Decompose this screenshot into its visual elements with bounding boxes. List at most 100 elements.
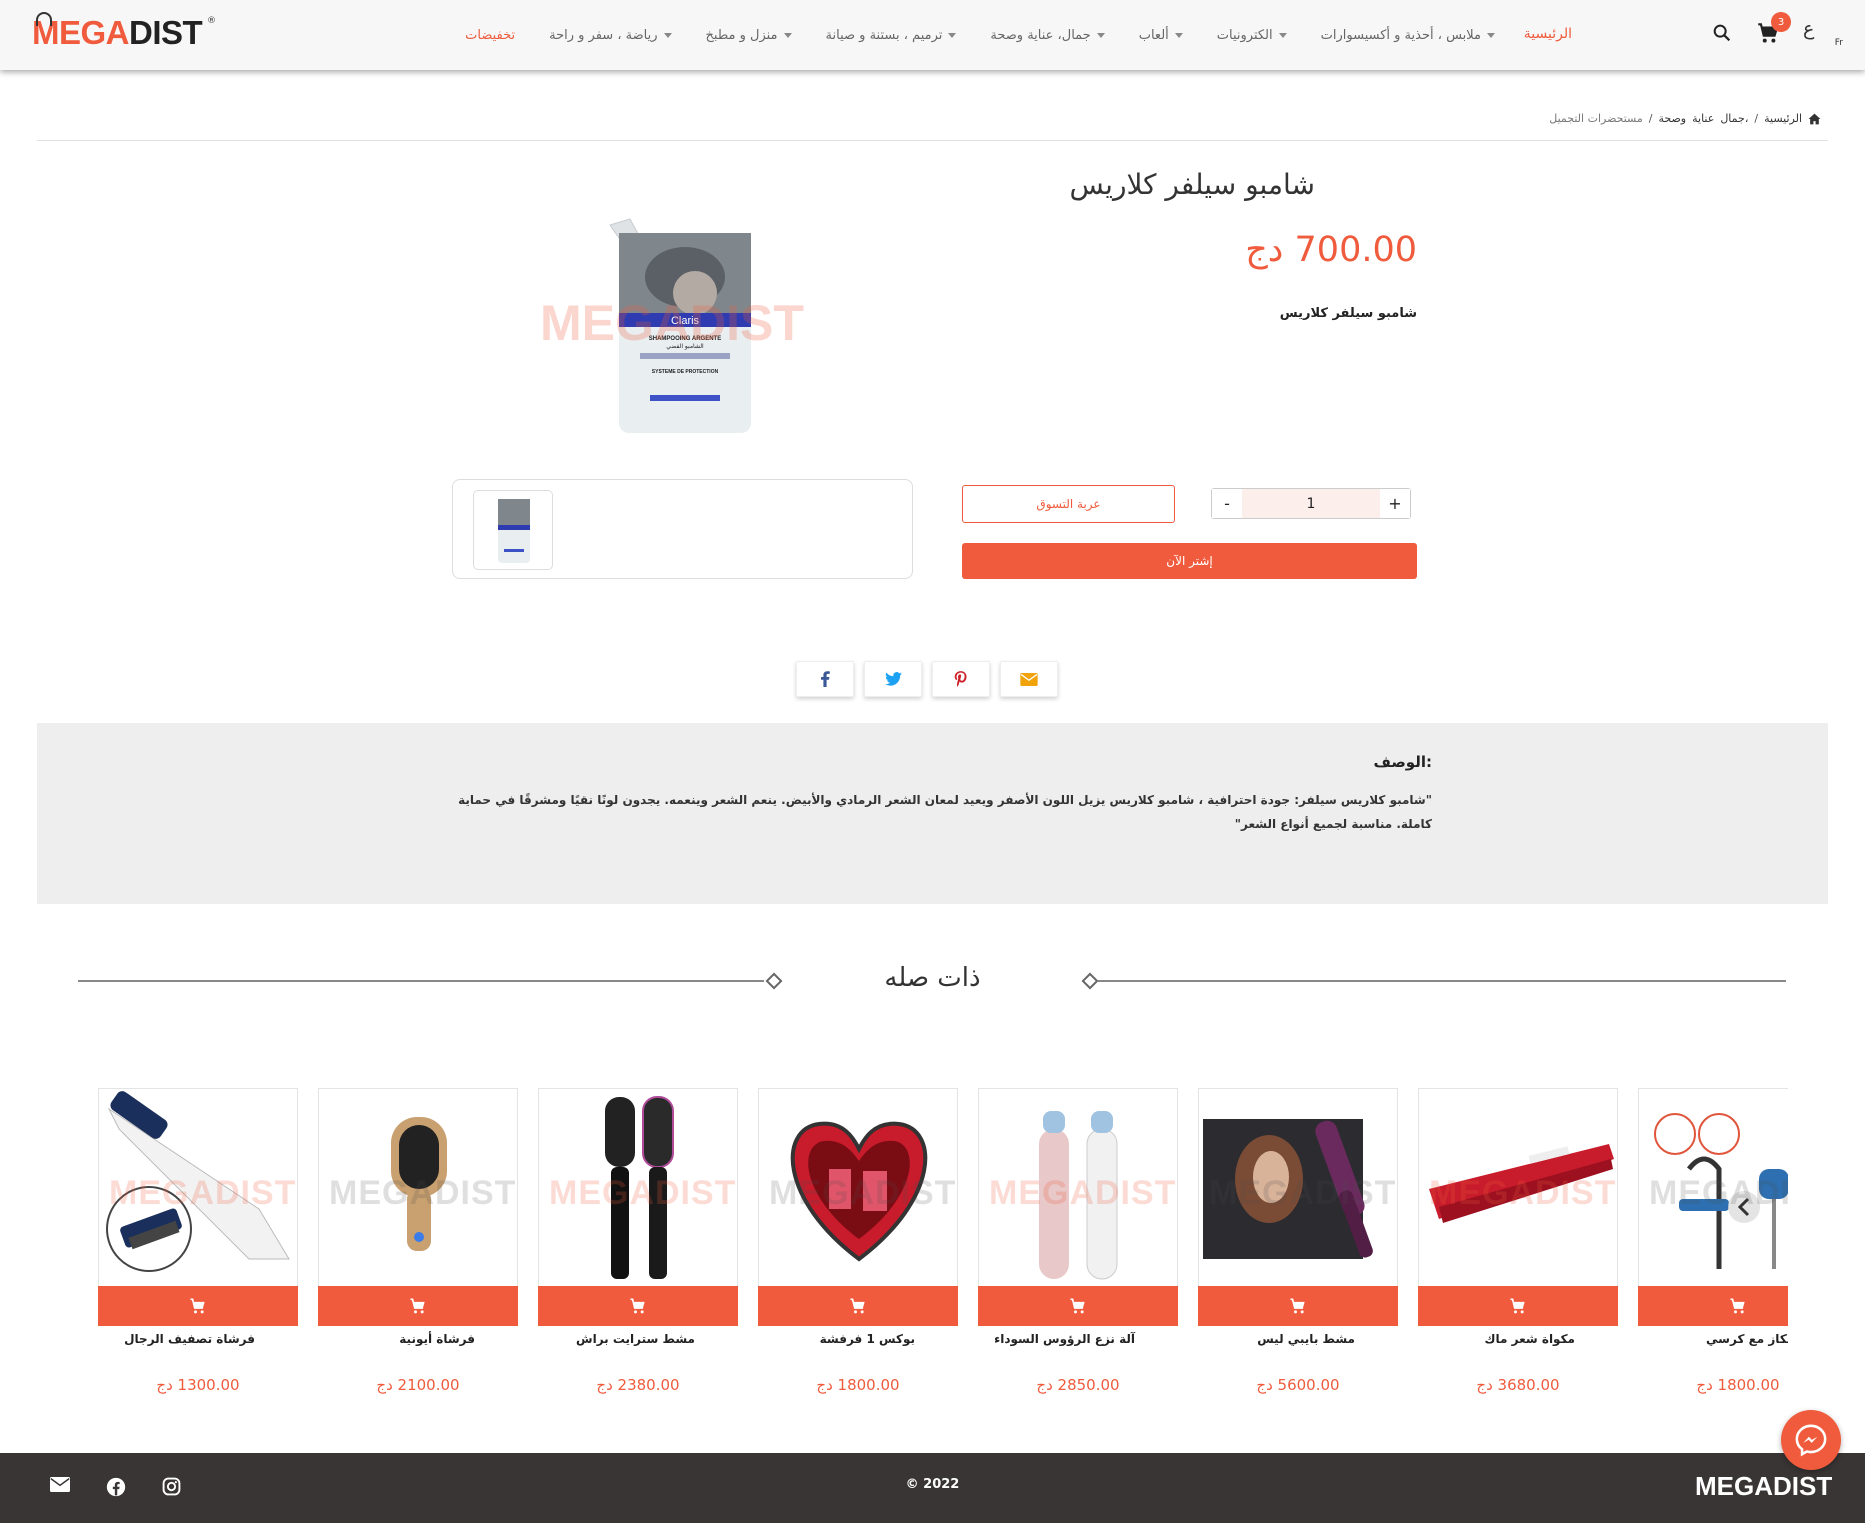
product-card-name[interactable]: مشط بايبي ليس [1198, 1332, 1398, 1352]
add-to-cart-button[interactable] [978, 1286, 1178, 1326]
breadcrumb-current: مستحضرات التجميل [1549, 112, 1643, 125]
shopping-cart-icon [190, 1298, 205, 1314]
breadcrumb-category-3[interactable]: وصحة [1658, 112, 1686, 125]
nav-sale[interactable]: تخفيضات [465, 28, 515, 43]
divider [37, 140, 1828, 141]
product-card-name[interactable]: بوكس 1 فرفشة [758, 1332, 958, 1352]
nav-home-kitchen[interactable]: منزل و مطبخ [706, 28, 792, 43]
add-to-cart-button[interactable] [1418, 1286, 1618, 1326]
product-card[interactable]: MEGADIST فرشاة تصفيف الرجال 1300.00 دج [98, 1088, 298, 1394]
product-card[interactable]: MEGADIST مشط سترايت براش 2380.00 دج [538, 1088, 738, 1394]
add-to-cart-button[interactable] [538, 1286, 738, 1326]
watermark-text: MEGADIST [329, 1174, 517, 1212]
product-card-name[interactable]: آلة نزع الرؤوس السوداء [978, 1332, 1178, 1352]
product-card-price: 2850.00 دج [1036, 1376, 1120, 1394]
nav-sport[interactable]: رياضة ، سفر و راحة [549, 27, 672, 43]
chevron-down-icon [1487, 32, 1495, 38]
product-card-price: 1300.00 دج [156, 1376, 240, 1394]
description-title: الوصف: [1373, 753, 1432, 771]
breadcrumb-category-1[interactable]: جمال، [1720, 112, 1748, 125]
nav-electronics-label: الكترونيات [1216, 27, 1273, 43]
description-section: الوصف: "شامبو كلاريس سيلفر: جودة احترافي… [37, 723, 1828, 904]
product-card-image[interactable]: MEGADIST [1418, 1088, 1618, 1286]
product-card-image[interactable]: MEGADIST [758, 1088, 958, 1286]
quantity-input[interactable]: 1 [1242, 489, 1380, 518]
product-card-image[interactable]: MEGADIST [1638, 1088, 1788, 1286]
product-card-name[interactable]: مشط سترايت براش [538, 1332, 738, 1352]
add-to-cart-button[interactable] [1198, 1286, 1398, 1326]
product-card[interactable]: MEGADIST بوكس 1 فرفشة 1800.00 دج [758, 1088, 958, 1394]
watermark-text: MEGADIST [1429, 1174, 1617, 1212]
shopping-cart-icon [1290, 1298, 1305, 1314]
product-price: 700.00 دج [1245, 230, 1417, 270]
add-to-cart-button[interactable] [1638, 1286, 1788, 1326]
share-pinterest-button[interactable] [932, 661, 990, 697]
watermark-text: MEGADIST [109, 1174, 297, 1212]
product-card-image[interactable]: MEGADIST [1198, 1088, 1398, 1286]
product-card-price: 3680.00 دج [1476, 1376, 1560, 1394]
nav-toys[interactable]: ألعاب [1139, 28, 1183, 43]
nav-sport-label: رياضة ، سفر و راحة [549, 27, 658, 43]
product-card-name[interactable]: فرشاة أيونية [318, 1332, 518, 1352]
nav-clothing-label: ملابس ، أحذية و أكسيسوارات [1320, 27, 1481, 43]
nav-home[interactable]: الرئيسية [1524, 26, 1572, 42]
breadcrumb-category-2[interactable]: عناية [1692, 112, 1714, 125]
add-to-cart-button[interactable] [318, 1286, 518, 1326]
add-to-cart-button[interactable] [758, 1286, 958, 1326]
product-card-image[interactable]: MEGADIST [538, 1088, 738, 1286]
product-card[interactable]: MEGADIST عكاز مع كرسي 1800.00 دج [1638, 1088, 1788, 1394]
home-icon[interactable] [1808, 113, 1821, 125]
product-card-image[interactable]: MEGADIST [978, 1088, 1178, 1286]
envelope-icon [1020, 672, 1038, 686]
buy-now-button[interactable]: إشتر الآن [962, 543, 1417, 579]
chevron-down-icon [783, 32, 792, 38]
messenger-chat-button[interactable] [1781, 1410, 1841, 1470]
add-to-cart-button[interactable]: عربة التسوق [962, 485, 1175, 523]
chevron-down-icon [663, 32, 672, 38]
shampoo-pouch-image: Claris SHAMPOOING ARGENTE الشامبو الفضي … [540, 218, 804, 433]
logo-text-dist: DIST [129, 14, 203, 51]
share-twitter-button[interactable] [864, 661, 922, 697]
header-actions: 3 ع Fr [1711, 12, 1843, 48]
quantity-stepper: - 1 + [1211, 488, 1411, 519]
breadcrumb-home[interactable]: الرئيسية [1764, 112, 1802, 125]
search-icon[interactable] [1711, 22, 1733, 44]
watermark-text: MEGADIST [540, 295, 804, 351]
product-card-name[interactable]: فرشاة تصفيف الرجال [98, 1332, 298, 1352]
nav-home-kitchen-label: منزل و مطبخ [705, 27, 778, 43]
product-card[interactable]: MEGADIST فرشاة أيونية 2100.00 دج [318, 1088, 518, 1394]
shopping-cart-icon [1510, 1298, 1525, 1314]
product-card-image[interactable]: MEGADIST [98, 1088, 298, 1286]
product-main-image[interactable]: Claris SHAMPOOING ARGENTE الشامبو الفضي … [535, 215, 835, 435]
product-thumbnail[interactable] [473, 490, 553, 570]
product-card[interactable]: MEGADIST مكواة شعر ماك 3680.00 دج [1418, 1088, 1618, 1394]
watermark-text: MEGADIST [1209, 1174, 1397, 1212]
add-to-cart-button[interactable] [98, 1286, 298, 1326]
shopping-cart-icon [410, 1298, 425, 1314]
nav-diy[interactable]: ترميم ، بستنة و صيانة [826, 28, 957, 43]
pinterest-icon [954, 670, 967, 687]
product-card-price: 1800.00 دج [1696, 1376, 1780, 1394]
shopping-cart-icon [1730, 1298, 1745, 1314]
share-facebook-button[interactable] [796, 661, 854, 697]
nav-beauty[interactable]: جمال، عناية وصحة [990, 28, 1105, 43]
facebook-icon [821, 671, 830, 687]
product-card-name[interactable]: مكواة شعر ماك [1418, 1332, 1618, 1352]
chevron-down-icon [948, 32, 957, 38]
qty-plus-button[interactable]: + [1380, 489, 1410, 518]
qty-minus-button[interactable]: - [1212, 489, 1242, 518]
product-card-image[interactable]: MEGADIST [318, 1088, 518, 1286]
footer-logo[interactable]: MEGADIST [1695, 1471, 1865, 1502]
product-card[interactable]: MEGADIST آلة نزع الرؤوس السوداء 2850.00 … [978, 1088, 1178, 1394]
nav-electronics[interactable]: الكترونيات [1217, 28, 1287, 43]
site-logo[interactable]: MEGADIST ® [32, 12, 222, 54]
product-card-price: 2380.00 دج [596, 1376, 680, 1394]
product-card-name[interactable]: عكاز مع كرسي [1638, 1332, 1788, 1352]
logo-registered-mark: ® [207, 16, 216, 26]
nav-clothing[interactable]: ملابس ، أحذية و أكسيسوارات [1321, 28, 1495, 43]
product-card[interactable]: MEGADIST مشط بايبي ليس 5600.00 دج [1198, 1088, 1398, 1394]
cart-button[interactable]: 3 [1755, 12, 1791, 46]
share-email-button[interactable] [1000, 661, 1058, 697]
language-switcher[interactable]: ع Fr [1803, 18, 1843, 48]
thumbnail-gallery [452, 479, 913, 579]
